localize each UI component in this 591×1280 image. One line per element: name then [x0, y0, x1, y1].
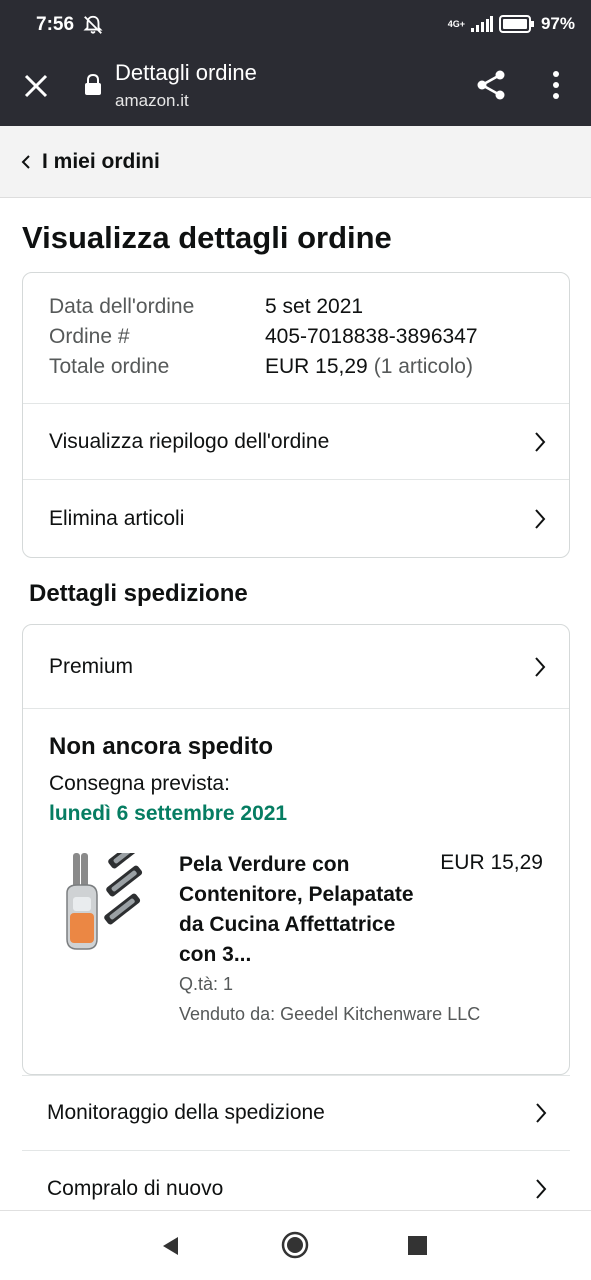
- signal-icon: [470, 16, 493, 32]
- view-summary-label: Visualizza riepilogo dell'ordine: [49, 429, 330, 453]
- shipment-section-title: Dettagli spedizione: [29, 580, 248, 607]
- notifications-off-icon: [83, 15, 103, 34]
- chevron-right-icon: [535, 508, 546, 529]
- shipment-card: Premium Non ancora spedito Consegna prev…: [22, 624, 570, 1075]
- order-number-label: Ordine #: [49, 325, 130, 348]
- order-number-row: Ordine # 405-7018838-3896347: [49, 325, 478, 349]
- delivery-label: Consegna prevista:: [49, 772, 230, 795]
- battery-icon: [498, 15, 534, 33]
- order-total-value: EUR 15,29: [265, 355, 368, 378]
- order-date-value: 5 set 2021: [265, 295, 364, 318]
- close-icon[interactable]: [22, 72, 50, 100]
- breadcrumb-label: I miei ordini: [42, 149, 160, 173]
- browser-toolbar: Dettagli ordine amazon.it: [0, 52, 591, 126]
- page-title: Visualizza dettagli ordine: [22, 220, 392, 255]
- order-summary-card: Data dell'ordine 5 set 2021 Ordine # 405…: [22, 272, 570, 558]
- order-total-items: (1 articolo): [373, 355, 473, 378]
- shipping-method-row[interactable]: Premium: [23, 625, 569, 709]
- product-seller: Venduto da: Geedel Kitchenware LLC: [179, 1004, 481, 1024]
- chevron-right-icon: [536, 1178, 547, 1199]
- buy-again-label: Compralo di nuovo: [47, 1176, 224, 1200]
- order-number-value: 405-7018838-3896347: [265, 325, 478, 348]
- lock-icon: [85, 74, 101, 95]
- delivery-date: lunedì 6 settembre 2021: [49, 802, 288, 825]
- view-summary-row[interactable]: Visualizza riepilogo dell'ordine: [23, 404, 569, 480]
- browser-domain: amazon.it: [115, 91, 189, 110]
- status-bar: 7:56 4G+ 97%: [0, 0, 591, 52]
- chevron-right-icon: [535, 656, 546, 677]
- order-total-row: Totale ordine EUR 15,29 (1 articolo): [49, 355, 473, 379]
- system-nav-bar: [0, 1210, 591, 1280]
- share-icon[interactable]: [474, 68, 508, 102]
- shipment-status: Non ancora spedito: [49, 733, 274, 760]
- track-shipment-row[interactable]: Monitoraggio della spedizione: [22, 1075, 570, 1151]
- delete-items-label: Elimina articoli: [49, 506, 185, 530]
- order-date-row: Data dell'ordine 5 set 2021: [49, 295, 363, 319]
- product-price: EUR 15,29: [440, 851, 543, 874]
- order-total-label: Totale ordine: [49, 355, 170, 378]
- order-info: Data dell'ordine 5 set 2021 Ordine # 405…: [23, 273, 569, 404]
- chevron-right-icon: [535, 431, 546, 452]
- product-name-link[interactable]: Pela Verdure con Contenitore, Pelapatate…: [179, 850, 429, 970]
- network-label: 4G+: [447, 18, 465, 29]
- order-date-label: Data dell'ordine: [49, 295, 195, 318]
- chevron-right-icon: [536, 1103, 547, 1123]
- breadcrumb[interactable]: I miei ordini: [0, 126, 591, 198]
- chevron-left-icon: [21, 154, 30, 169]
- back-icon[interactable]: [160, 1235, 182, 1257]
- status-right: 4G+ 97%: [448, 14, 575, 34]
- product-quantity: Q.tà: 1: [179, 974, 234, 994]
- home-icon[interactable]: [281, 1231, 309, 1259]
- product-image[interactable]: [59, 853, 151, 953]
- browser-title: Dettagli ordine: [115, 60, 257, 85]
- battery-percent: 97%: [540, 14, 575, 33]
- shipping-method-label: Premium: [49, 654, 134, 678]
- more-options-icon[interactable]: [546, 68, 566, 102]
- delete-items-row[interactable]: Elimina articoli: [23, 480, 569, 557]
- track-shipment-label: Monitoraggio della spedizione: [47, 1101, 325, 1124]
- status-time: 7:56: [36, 14, 75, 35]
- recent-apps-icon[interactable]: [408, 1236, 427, 1255]
